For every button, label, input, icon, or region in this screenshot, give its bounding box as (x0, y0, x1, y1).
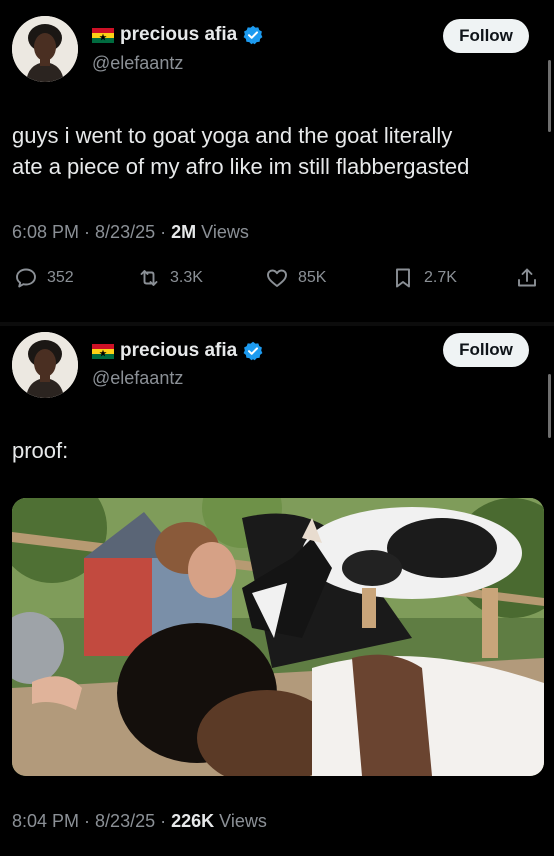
bookmark-button[interactable]: 2.7K (391, 266, 457, 290)
scrollbar[interactable] (548, 374, 551, 438)
verified-badge-icon (243, 25, 263, 45)
follow-button[interactable]: Follow (443, 19, 529, 53)
author-handle[interactable]: @elefaantz (92, 53, 183, 74)
reply-button[interactable]: 352 (14, 266, 74, 290)
author-name[interactable]: precious afia (120, 24, 237, 46)
tweet-date[interactable]: 8/23/25 (95, 222, 155, 242)
author-handle[interactable]: @elefaantz (92, 368, 183, 389)
bookmark-count: 2.7K (424, 269, 457, 286)
avatar[interactable] (12, 332, 78, 398)
repost-icon (140, 270, 158, 286)
views-label: Views (201, 222, 249, 242)
verified-badge-icon (243, 341, 263, 361)
tweet-text-line: ate a piece of my afro like im still fla… (12, 154, 470, 179)
like-icon (267, 269, 287, 287)
tweet-photo[interactable] (12, 498, 544, 776)
tweet-1: precious afia @elefaantz Follow guys i w… (0, 0, 554, 322)
like-count: 85K (298, 269, 327, 286)
views-label: Views (219, 811, 267, 831)
tweet-meta: 6:08 PM · 8/23/25 · 2M Views (12, 222, 249, 242)
like-button[interactable]: 85K (265, 266, 326, 290)
repost-button[interactable]: 3.3K (137, 266, 203, 290)
share-button[interactable] (515, 266, 539, 290)
avatar-image (12, 332, 78, 398)
author-name-row: precious afia (92, 340, 263, 362)
author-name[interactable]: precious afia (120, 340, 237, 362)
views-count: 226K (171, 811, 215, 831)
ghana-flag-icon (92, 343, 114, 359)
follow-button[interactable]: Follow (443, 333, 529, 367)
author-name-row: precious afia (92, 24, 263, 46)
tweet-meta: 8:04 PM · 8/23/25 · 226K Views (12, 811, 267, 831)
avatar[interactable] (12, 16, 78, 82)
tweet-text: proof: (12, 438, 69, 463)
share-icon (518, 268, 536, 287)
reply-icon (16, 268, 36, 288)
photo-goat-yoga (12, 498, 544, 776)
tweet-text: guys i went to goat yoga and the goat li… (12, 120, 469, 182)
ghana-flag-icon (92, 27, 114, 43)
tweet-text-line: guys i went to goat yoga and the goat li… (12, 123, 453, 148)
tweet-date[interactable]: 8/23/25 (95, 811, 155, 831)
bookmark-icon (396, 268, 410, 288)
avatar-image (12, 16, 78, 82)
tweet-time[interactable]: 8:04 PM (12, 811, 79, 831)
action-bar: 352 3.3K 85K 2.7K (0, 266, 554, 296)
tweet-time[interactable]: 6:08 PM (12, 222, 79, 242)
scrollbar[interactable] (548, 60, 551, 132)
reply-count: 352 (47, 269, 74, 286)
repost-count: 3.3K (170, 269, 203, 286)
tweet-2: precious afia @elefaantz Follow proof: 8… (0, 326, 554, 856)
views-count: 2M (171, 222, 197, 242)
